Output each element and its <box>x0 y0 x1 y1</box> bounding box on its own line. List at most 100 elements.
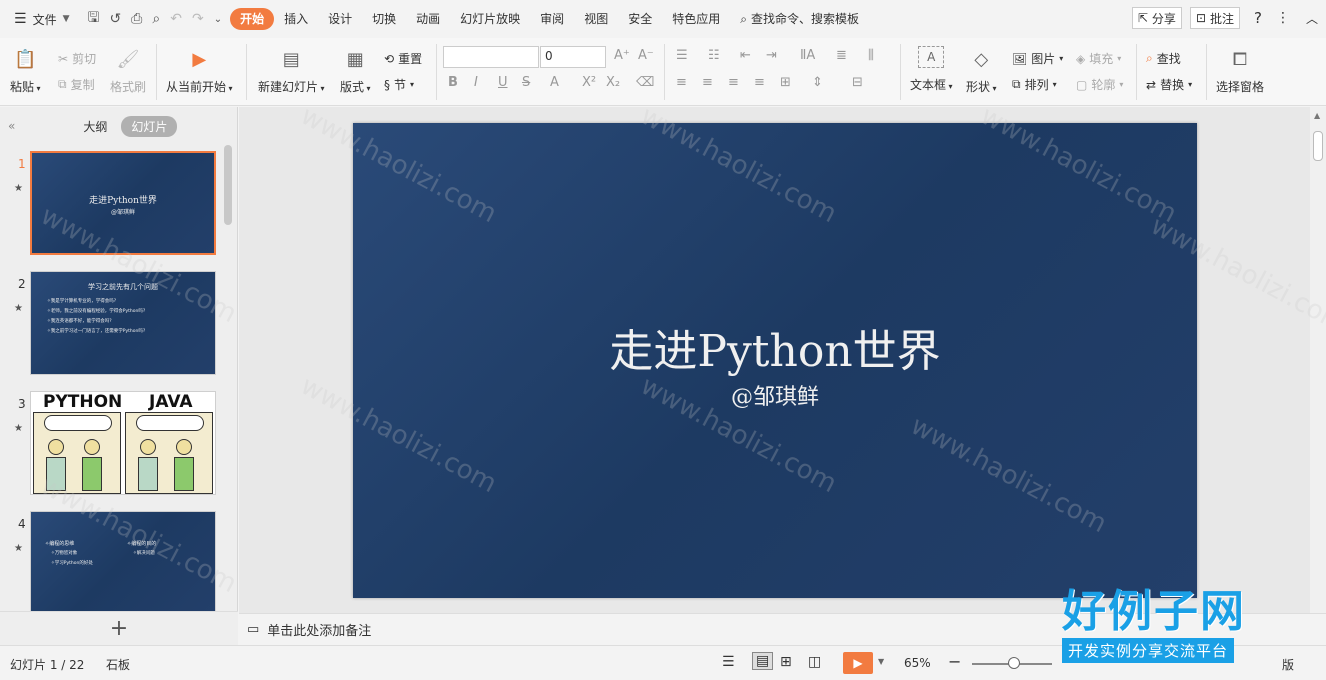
columns-icon[interactable]: ⫼ <box>868 48 874 63</box>
slide-thumbnail[interactable]: 学习之前先有几个问题 ✧我是学计算机专业的，学得会吗? ✧老师，我之前没有编程经… <box>30 271 216 375</box>
line-spacing-icon[interactable]: ≣ <box>836 48 847 63</box>
new-slide-button[interactable]: ▤ 新建幻灯片 ▾ <box>258 46 325 95</box>
cloud-icon[interactable]: ↺ <box>109 11 121 27</box>
shape-button[interactable]: ◇ 形状 ▾ <box>966 46 997 95</box>
align-left-icon[interactable]: ≡ <box>676 75 687 90</box>
layout-button[interactable]: ▦ 版式 ▾ <box>340 46 371 95</box>
paste-button[interactable]: 📋 粘贴 ▾ <box>10 46 41 95</box>
comment-button[interactable]: ⊡ 批注 <box>1189 7 1241 29</box>
replace-button[interactable]: ⇄ 替换 ▾ <box>1146 76 1192 93</box>
tab-start[interactable]: 开始 <box>230 8 275 30</box>
file-menu[interactable]: ☰ 文件 ▼ <box>0 0 80 38</box>
tab-features[interactable]: 特色应用 <box>662 8 730 30</box>
slide-title[interactable]: 走进Python世界 <box>353 315 1197 379</box>
arrange-button[interactable]: ⧉ 排列 ▾ <box>1012 76 1057 93</box>
font-name-select[interactable] <box>443 46 539 68</box>
collapse-panel-icon[interactable]: « <box>0 119 33 133</box>
find-button[interactable]: ⌕ 查找 <box>1146 50 1181 67</box>
slide-thumbnail[interactable]: PYTHON JAVA <box>30 391 216 495</box>
customize-icon[interactable]: ⌄ <box>214 14 222 25</box>
vertical-scrollbar[interactable]: ▲ <box>1310 107 1326 613</box>
scrollbar-up-icon[interactable]: ▲ <box>1314 111 1320 120</box>
underline-icon[interactable]: U <box>498 75 508 90</box>
play-button[interactable]: ▶ <box>843 652 873 674</box>
selection-pane-button[interactable]: ⧠ 选择窗格 <box>1216 46 1264 95</box>
slide-thumbnail[interactable]: ✧编程的思维 ✧万物皆对象 ✧学习Python的好处 ✧编程的目的 ✧解决问题 <box>30 511 216 611</box>
collapse-ribbon-icon[interactable]: ︿ <box>1298 10 1318 27</box>
smart-art-icon[interactable]: ⊟ <box>852 75 863 90</box>
subscript-icon[interactable]: X₂ <box>606 75 620 90</box>
eraser-icon[interactable]: ⌫ <box>636 75 654 90</box>
scrollbar-thumb[interactable] <box>1313 131 1323 161</box>
picture-button[interactable]: 🖼 图片 ▾ <box>1012 50 1063 67</box>
panel-scrollbar[interactable] <box>224 145 232 225</box>
ribbon: 📋 粘贴 ▾ ✂ 剪切 ⧉ 复制 🖌 格式刷 ▶ 从当前开始 ▾ ▤ 新建幻灯片… <box>0 38 1326 106</box>
tab-animation[interactable]: 动画 <box>406 8 450 30</box>
slide-thumbnail[interactable]: 走进Python世界 @邹琪鲜 <box>30 151 216 255</box>
from-current-button[interactable]: ▶ 从当前开始 ▾ <box>166 46 233 95</box>
search-command[interactable]: ⌕ 查找命令、搜索模板 <box>730 8 869 30</box>
slide-subtitle[interactable]: @邹琪鲜 <box>353 379 1197 411</box>
sorter-view-icon[interactable]: ⊞ <box>780 654 792 670</box>
tab-outline[interactable]: 大纲 <box>73 116 117 137</box>
more-icon[interactable]: ⋮ <box>1276 10 1290 26</box>
chevron-down-icon: ▾ <box>1119 80 1124 89</box>
tab-security[interactable]: 安全 <box>618 8 662 30</box>
format-painter-button[interactable]: 🖌 格式刷 <box>110 46 146 95</box>
indent-decrease-icon[interactable]: ⇤ <box>740 48 751 63</box>
distribute-icon[interactable]: ⊞ <box>780 75 791 90</box>
print-icon[interactable]: ⎙ <box>131 11 142 27</box>
tab-transition[interactable]: 切换 <box>362 8 406 30</box>
grow-font-icon[interactable]: A⁺ <box>614 48 630 63</box>
indent-increase-icon[interactable]: ⇥ <box>766 48 777 63</box>
help-icon[interactable]: ? <box>1248 9 1268 27</box>
preview-icon[interactable]: ⌕ <box>152 11 160 27</box>
comic-panel-left <box>33 412 121 494</box>
notes-toggle-icon[interactable]: ☰ <box>722 654 735 670</box>
share-button[interactable]: ⇱ 分享 <box>1131 7 1182 29</box>
superscript-icon[interactable]: X² <box>582 75 596 90</box>
align-right-icon[interactable]: ≡ <box>728 75 739 90</box>
reading-view-icon[interactable]: ◫ <box>808 654 821 670</box>
tab-design[interactable]: 设计 <box>318 8 362 30</box>
cut-button[interactable]: ✂ 剪切 <box>58 50 96 67</box>
zoom-slider-knob[interactable] <box>1008 657 1020 669</box>
divider <box>900 44 901 100</box>
copy-icon: ⧉ <box>58 77 67 91</box>
tab-view[interactable]: 视图 <box>574 8 618 30</box>
font-size-select[interactable]: 0 <box>540 46 606 68</box>
strikethrough-icon[interactable]: S <box>522 75 530 90</box>
shrink-font-icon[interactable]: A⁻ <box>638 48 654 63</box>
theme-name[interactable]: 石板 <box>106 656 130 673</box>
reset-button[interactable]: ⟲ 重置 <box>384 50 422 67</box>
fill-button[interactable]: ◈ 填充 ▾ <box>1076 50 1121 67</box>
numbered-list-icon[interactable]: ☷ <box>708 48 720 63</box>
italic-icon[interactable]: I <box>474 75 478 90</box>
copy-button[interactable]: ⧉ 复制 <box>58 76 95 93</box>
normal-view-icon[interactable]: ▤ <box>752 652 774 670</box>
font-color-icon[interactable]: A <box>550 75 559 90</box>
undo-icon[interactable]: ↶ <box>170 11 182 27</box>
add-slide-button[interactable]: + <box>0 611 238 645</box>
tab-slideshow[interactable]: 幻灯片放映 <box>450 8 530 30</box>
vertical-align-icon[interactable]: ⇕ <box>812 75 823 90</box>
current-slide[interactable]: 走进Python世界 @邹琪鲜 <box>353 123 1197 598</box>
tab-review[interactable]: 审阅 <box>530 8 574 30</box>
justify-icon[interactable]: ≡ <box>754 75 765 90</box>
zoom-value[interactable]: 65% <box>904 656 931 670</box>
bold-icon[interactable]: B <box>448 75 458 90</box>
redo-icon[interactable]: ↷ <box>192 11 204 27</box>
bullet-list-icon[interactable]: ☰ <box>676 48 688 63</box>
selection-pane-icon: ⧠ <box>1232 48 1248 70</box>
text-box-button[interactable]: A 文本框 ▾ <box>910 46 953 93</box>
tab-slides[interactable]: 幻灯片 <box>121 115 178 137</box>
share-label: 分享 <box>1151 11 1176 26</box>
chevron-down-icon[interactable]: ▼ <box>878 657 884 666</box>
save-icon[interactable]: 🖫 <box>88 7 100 31</box>
align-center-icon[interactable]: ≡ <box>702 75 713 90</box>
tab-insert[interactable]: 插入 <box>274 8 318 30</box>
outline-button[interactable]: ▢ 轮廓 ▾ <box>1076 76 1123 93</box>
text-direction-icon[interactable]: ⅡA <box>800 48 815 63</box>
zoom-out-icon[interactable]: − <box>948 652 961 671</box>
section-button[interactable]: § 节 ▾ <box>384 76 414 93</box>
